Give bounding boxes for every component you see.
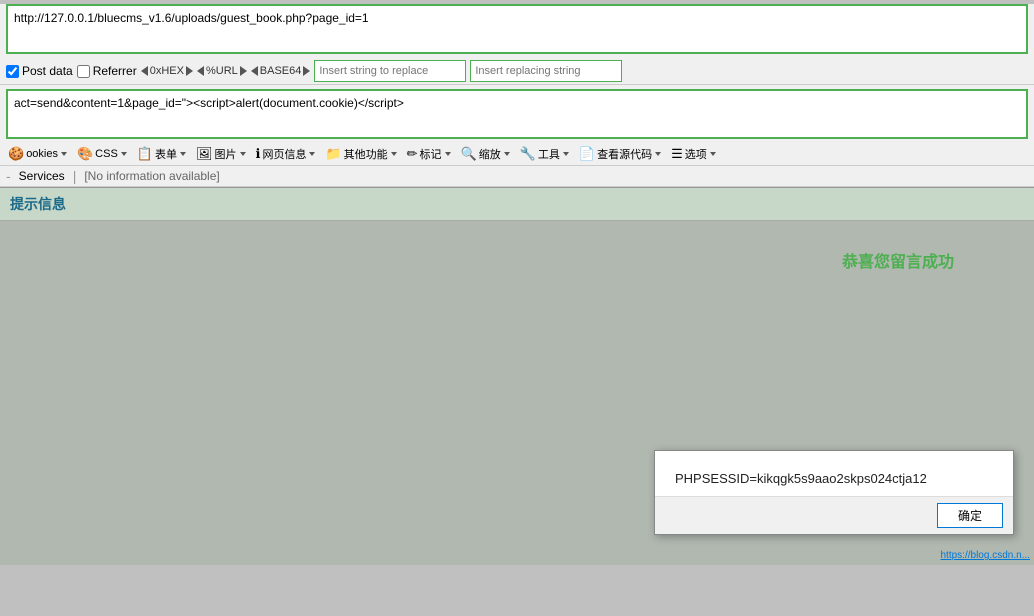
css-icon: 🎨 [77, 146, 93, 162]
post-data-area[interactable]: act=send&content=1&page_id="><script>ale… [6, 89, 1028, 139]
mark-arrow [445, 152, 451, 156]
view-source-label: 查看源代码 [597, 146, 652, 162]
css-arrow [121, 152, 127, 156]
tools-icon: 🔧 [520, 146, 536, 162]
cookies-icon: 🍪 [8, 146, 24, 162]
form-icon: 📋 [137, 146, 153, 162]
pageinfo-label: 网页信息 [262, 146, 306, 162]
post-data-checkbox-label[interactable]: Post data [6, 64, 73, 78]
hex-arrow-right [186, 66, 193, 76]
hex-button[interactable]: 0xHEX [141, 65, 193, 77]
insert-replacing-input[interactable] [470, 60, 622, 82]
options-arrow [710, 152, 716, 156]
alert-footer: 确定 [655, 496, 1013, 534]
pageinfo-menu[interactable]: ℹ 网页信息 [252, 145, 320, 163]
tishi-header: 提示信息 [0, 188, 1034, 221]
cookies-label: ookies [26, 148, 58, 160]
url-label: %URL [206, 65, 238, 77]
mark-icon: ✏ [407, 146, 418, 162]
cookies-menu[interactable]: 🍪 ookies [4, 145, 71, 163]
mark-label: 标记 [420, 146, 442, 162]
view-source-arrow [655, 152, 661, 156]
images-arrow [240, 152, 246, 156]
options-icon: ☰ [671, 146, 683, 162]
zoom-menu[interactable]: 🔍 缩放 [457, 145, 514, 163]
url-bar[interactable]: http://127.0.0.1/bluecms_v1.6/uploads/gu… [6, 4, 1028, 54]
form-label: 表单 [155, 146, 177, 162]
services-row: - Services | [No information available] [0, 166, 1034, 187]
base64-button[interactable]: BASE64 [251, 65, 311, 77]
url-arrow-right [240, 66, 247, 76]
services-separator: | [73, 168, 77, 184]
post-toolbar: Post data Referrer 0xHEX %URL BASE64 [0, 58, 1034, 85]
base64-arrow-left [251, 66, 258, 76]
view-source-menu[interactable]: 📄 查看源代码 [575, 145, 665, 163]
other-arrow [391, 152, 397, 156]
url-encode-button[interactable]: %URL [197, 65, 247, 77]
base64-arrow-right [303, 66, 310, 76]
services-separator-left: - [6, 168, 11, 184]
tools-menu[interactable]: 🔧 工具 [516, 145, 573, 163]
insert-string-input[interactable] [314, 60, 466, 82]
referrer-checkbox[interactable] [77, 65, 90, 78]
zoom-arrow [504, 152, 510, 156]
pageinfo-icon: ℹ [256, 146, 261, 162]
watermark: https://blog.csdn.n... [941, 550, 1031, 561]
images-icon: 🖼 [196, 146, 213, 162]
css-label: CSS [95, 148, 118, 160]
browser-toolbar: 🍪 ookies 🎨 CSS 📋 表单 🖼 图片 ℹ 网页信息 📁 其他功能 [0, 143, 1034, 166]
other-label: 其他功能 [344, 146, 388, 162]
post-data-label: Post data [22, 64, 73, 78]
css-menu[interactable]: 🎨 CSS [73, 145, 131, 163]
zoom-label: 缩放 [479, 146, 501, 162]
success-text: 恭喜您留言成功 [842, 248, 954, 272]
options-menu[interactable]: ☰ 选项 [667, 145, 720, 163]
ok-button[interactable]: 确定 [937, 503, 1003, 528]
alert-content: PHPSESSID=kikqgk5s9aao2skps024ctja12 [655, 451, 1013, 496]
zoom-icon: 🔍 [461, 146, 477, 162]
tools-arrow [563, 152, 569, 156]
referrer-checkbox-label[interactable]: Referrer [77, 64, 137, 78]
other-menu[interactable]: 📁 其他功能 [321, 145, 400, 163]
images-menu[interactable]: 🖼 图片 [192, 145, 250, 163]
url-arrow-left [197, 66, 204, 76]
form-menu[interactable]: 📋 表单 [133, 145, 190, 163]
main-content: 提示信息 恭喜您留言成功 PHPSESSID=kikqgk5s9aao2skps… [0, 188, 1034, 565]
services-link[interactable]: Services [19, 169, 65, 183]
no-info-text: [No information available] [84, 169, 219, 183]
images-label: 图片 [215, 146, 237, 162]
hex-label: 0xHEX [150, 65, 184, 77]
post-data-checkbox[interactable] [6, 65, 19, 78]
form-arrow [180, 152, 186, 156]
mark-menu[interactable]: ✏ 标记 [403, 145, 455, 163]
other-icon: 📁 [325, 146, 341, 162]
tools-label: 工具 [538, 146, 560, 162]
base64-label: BASE64 [260, 65, 302, 77]
referrer-label: Referrer [93, 64, 137, 78]
options-label: 选项 [685, 146, 707, 162]
view-source-icon: 📄 [579, 146, 595, 162]
pageinfo-arrow [309, 152, 315, 156]
alert-dialog: PHPSESSID=kikqgk5s9aao2skps024ctja12 确定 [654, 450, 1014, 535]
cookies-arrow [61, 152, 67, 156]
hex-arrow-left [141, 66, 148, 76]
